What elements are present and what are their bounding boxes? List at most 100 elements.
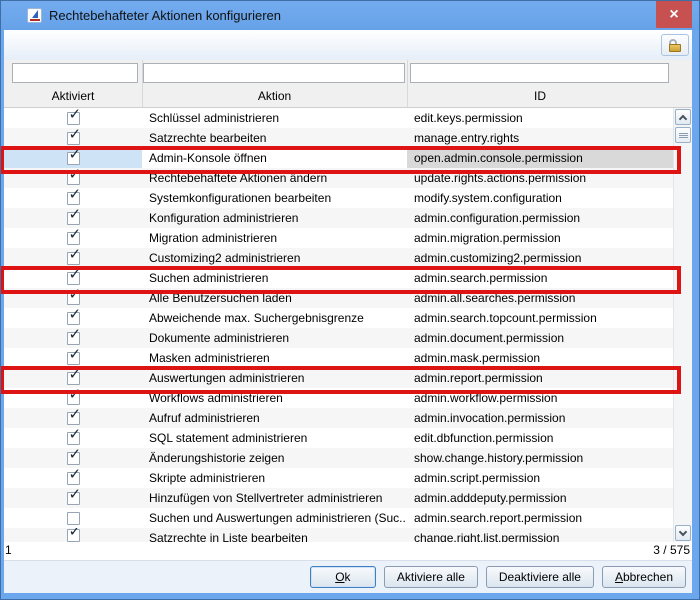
table-row[interactable]: ✓ Rechtebehaftete Aktionen ändernupdate.r… [4, 168, 673, 188]
table-row[interactable]: ✓Satzrechte bearbeitenmanage.entry.right… [4, 128, 673, 148]
filter-input-aktion[interactable] [143, 63, 405, 83]
thumb-grip-icon [679, 133, 688, 138]
table-row[interactable]: ✓Schlüssel administrierenedit.keys.permi… [4, 108, 673, 128]
aktion-cell: Alle Benutzersuchen laden [142, 288, 407, 308]
column-header-aktion[interactable]: Aktion [142, 86, 407, 106]
table-row[interactable]: ✓Konfiguration administrierenadmin.confi… [4, 208, 673, 228]
aktion-cell: Rechtebehaftete Aktionen ändern [142, 168, 407, 188]
checkbox-checked[interactable]: ✓ [67, 372, 80, 385]
table-row[interactable]: ✓Aufruf administrierenadmin.invocation.p… [4, 408, 673, 428]
table-row[interactable]: ✓Customizing2 administrierenadmin.custom… [4, 248, 673, 268]
aktion-cell: Abweichende max. Suchergebnisgrenze [142, 308, 407, 328]
table-row[interactable]: ✓Änderungshistorie zeigenshow.change.his… [4, 448, 673, 468]
dialog-window: Rechtebehafteter Aktionen konfigurieren … [0, 0, 700, 600]
id-cell: admin.search.report.permission [407, 508, 673, 528]
aktion-cell: Skripte administrieren [142, 468, 407, 488]
id-cell: admin.document.permission [407, 328, 673, 348]
aktion-cell: Migration administrieren [142, 228, 407, 248]
check-icon: ✓ [69, 487, 82, 502]
app-icon [27, 8, 42, 23]
checkbox-checked[interactable]: ✓ [67, 412, 80, 425]
aktion-cell: Dokumente administrieren [142, 328, 407, 348]
toolbar [4, 30, 692, 60]
checkbox-checked[interactable]: ✓ [67, 472, 80, 485]
table-row-selected[interactable]: ✓ Admin-Konsole öffnenopen.admin.console.… [4, 148, 673, 168]
deactivate-all-button[interactable]: Deaktiviere alle [486, 566, 594, 588]
check-icon: ✓ [69, 147, 82, 162]
table-row[interactable]: ✓Abweichende max. Suchergebnisgrenzeadmi… [4, 308, 673, 328]
checkbox-checked[interactable]: ✓ [67, 492, 80, 505]
ok-button[interactable]: Ok [310, 566, 376, 588]
checkbox-checked[interactable]: ✓ [67, 212, 80, 225]
checkbox-checked[interactable]: ✓ [67, 312, 80, 325]
table-row[interactable]: ✓Skripte administrierenadmin.script.perm… [4, 468, 673, 488]
table-row[interactable]: ✓Satzrechte in Liste bearbeitenchange.ri… [4, 528, 673, 542]
table-row[interactable]: ✓Workflows administrierenadmin.workflow.… [4, 388, 673, 408]
checkbox-checked[interactable]: ✓ [67, 392, 80, 405]
checkbox-checked[interactable]: ✓ [67, 272, 80, 285]
aktiviert-cell: ✓ [4, 528, 142, 542]
id-cell: admin.workflow.permission [407, 388, 673, 408]
check-icon: ✓ [69, 528, 82, 539]
checkbox-checked[interactable]: ✓ [67, 232, 80, 245]
table-row[interactable]: ✓Auswertungen administrierenadmin.report… [4, 368, 673, 388]
table-row[interactable]: ✓Alle Benutzersuchen ladenadmin.all.sear… [4, 288, 673, 308]
table-row[interactable]: Suchen und Auswertungen administrieren (… [4, 508, 673, 528]
vertical-scrollbar[interactable] [673, 108, 692, 542]
table-row[interactable]: ✓Masken administrierenadmin.mask.permiss… [4, 348, 673, 368]
check-icon: ✓ [69, 327, 82, 342]
checkbox-checked[interactable]: ✓ [67, 352, 80, 365]
check-icon: ✓ [69, 367, 82, 382]
check-icon: ✓ [69, 187, 82, 202]
column-header-aktiviert[interactable]: Aktiviert [4, 86, 142, 106]
checkbox-checked[interactable]: ✓ [67, 332, 80, 345]
table-row[interactable]: ✓SQL statement administrierenedit.dbfunc… [4, 428, 673, 448]
checkbox-checked[interactable]: ✓ [67, 432, 80, 445]
aktion-cell: Schlüssel administrieren [142, 108, 407, 128]
aktion-cell: Masken administrieren [142, 348, 407, 368]
table-row[interactable]: ✓ Suchen administrierenadmin.search.permi… [4, 268, 673, 288]
scrollbar-thumb[interactable] [675, 127, 691, 143]
filter-input-aktiviert[interactable] [12, 63, 138, 83]
check-icon: ✓ [69, 347, 82, 362]
table-row[interactable]: ✓Systemkonfigurationen bearbeitenmodify.… [4, 188, 673, 208]
aktion-cell: Konfiguration administrieren [142, 208, 407, 228]
check-icon: ✓ [69, 427, 82, 442]
checkbox-unchecked[interactable] [67, 512, 80, 525]
id-cell: update.rights.actions.permission [407, 168, 673, 188]
scroll-down-button[interactable] [675, 525, 691, 541]
scroll-up-button[interactable] [675, 109, 691, 125]
close-button[interactable]: × [656, 1, 692, 28]
aktion-cell: Admin-Konsole öffnen [142, 148, 407, 168]
table-row[interactable]: ✓Hinzufügen von Stellvertreter administr… [4, 488, 673, 508]
check-icon: ✓ [69, 267, 82, 282]
checkbox-checked[interactable]: ✓ [67, 172, 80, 185]
id-cell: open.admin.console.permission [407, 148, 673, 168]
column-header-id[interactable]: ID [407, 86, 673, 106]
checkbox-checked[interactable]: ✓ [67, 112, 80, 125]
check-icon: ✓ [69, 247, 82, 262]
aktion-cell: Suchen administrieren [142, 268, 407, 288]
checkbox-checked[interactable]: ✓ [67, 529, 80, 542]
checkbox-checked[interactable]: ✓ [67, 292, 80, 305]
lock-button[interactable] [661, 34, 689, 56]
table-row[interactable]: ✓Migration administrierenadmin.migration… [4, 228, 673, 248]
checkbox-checked[interactable]: ✓ [67, 252, 80, 265]
table-body: ✓Schlüssel administrierenedit.keys.permi… [4, 108, 673, 542]
title-bar: Rechtebehafteter Aktionen konfigurieren … [1, 1, 699, 30]
check-icon: ✓ [69, 467, 82, 482]
id-cell: change.right.list.permission [407, 528, 673, 542]
id-cell: admin.search.permission [407, 268, 673, 288]
checkbox-checked[interactable]: ✓ [67, 132, 80, 145]
cancel-button[interactable]: Abbrechen [602, 566, 686, 588]
status-row-indicator: 1 [5, 543, 12, 557]
checkbox-checked[interactable]: ✓ [67, 192, 80, 205]
activate-all-button[interactable]: Aktiviere alle [384, 566, 478, 588]
checkbox-checked[interactable]: ✓ [67, 152, 80, 165]
table-row[interactable]: ✓ Dokumente administrierenadmin.document.… [4, 328, 673, 348]
checkbox-checked[interactable]: ✓ [67, 452, 80, 465]
aktion-cell: Auswertungen administrieren [142, 368, 407, 388]
close-icon: × [669, 6, 678, 24]
check-icon: ✓ [69, 227, 82, 242]
filter-input-id[interactable] [410, 63, 669, 83]
